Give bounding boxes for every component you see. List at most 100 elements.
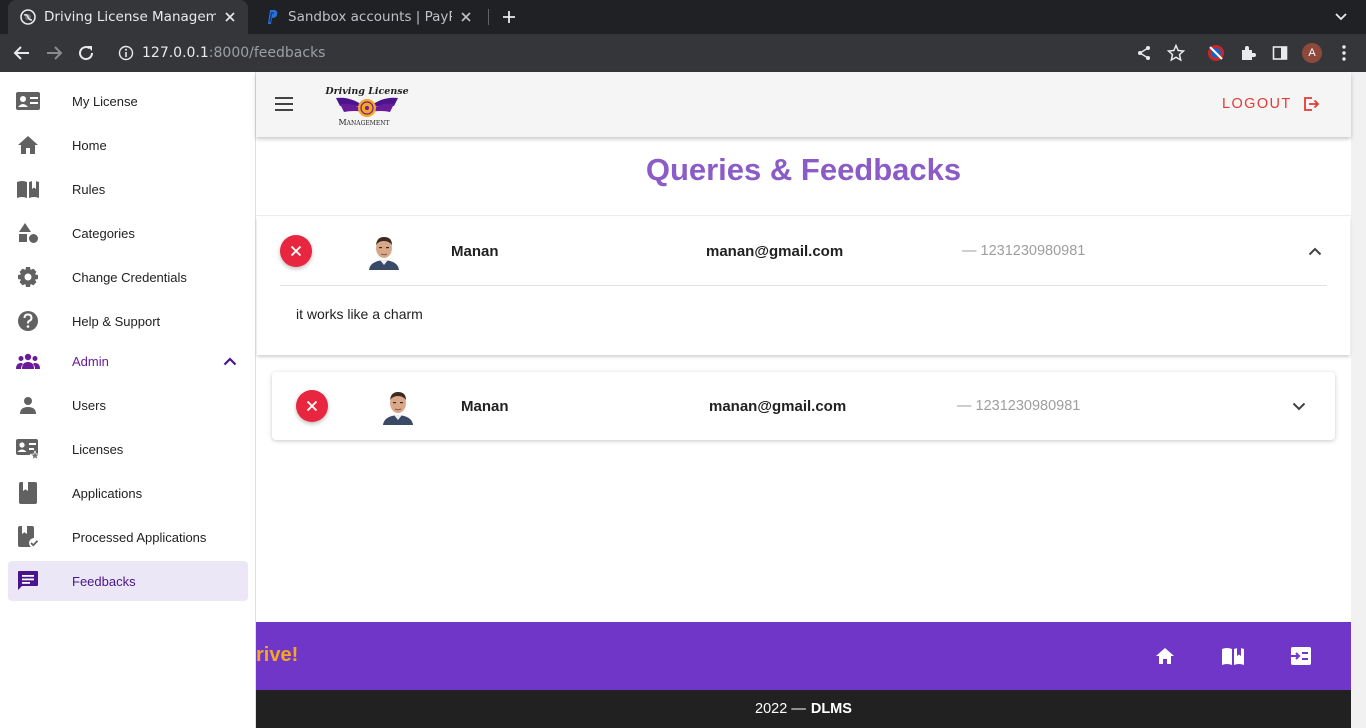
sidebar-item-label: Applications xyxy=(72,485,143,501)
url-host: 127.0.0.1 xyxy=(142,45,209,61)
footer-home-icon[interactable] xyxy=(1153,644,1177,668)
paypal-icon xyxy=(264,9,280,25)
footer-bar: rive! xyxy=(256,622,1351,690)
browser-tab-paypal[interactable]: Sandbox accounts | PayPa xyxy=(252,0,484,34)
gear-icon xyxy=(16,265,40,289)
sidebar-item-label: Processed Applications xyxy=(72,529,207,545)
forward-arrow-icon[interactable] xyxy=(42,41,66,65)
feedback-message: it works like a charm xyxy=(296,306,423,322)
url-path: :8000/feedbacks xyxy=(208,45,326,61)
feedback-email: manan@gmail.com xyxy=(709,398,847,415)
feedback-phone: — 1231230980981 xyxy=(957,398,1081,414)
chevron-up-icon[interactable] xyxy=(1303,239,1327,263)
logout-button[interactable]: LOGOUT xyxy=(1222,92,1320,116)
copyright-text: 2022 — xyxy=(755,701,806,717)
logout-icon xyxy=(1302,95,1320,113)
sidebar: My License Home Rules Categories Change … xyxy=(0,72,256,728)
person-icon xyxy=(16,393,40,417)
footer-copyright: 2022 — DLMS xyxy=(256,690,1351,728)
processed-icon xyxy=(16,525,40,549)
app-bar: Driving License Management LOGOUT xyxy=(256,72,1351,137)
feedback-panel[interactable]: Manan manan@gmail.com — 1231230980981 it… xyxy=(257,217,1350,355)
footer-brand: DLMS xyxy=(810,701,852,717)
delete-feedback-button[interactable] xyxy=(296,390,328,422)
sidebar-item-label: Admin xyxy=(72,353,109,369)
sidebar-item-processed-applications[interactable]: Processed Applications xyxy=(8,517,248,557)
footer-book-icon[interactable] xyxy=(1221,644,1245,668)
browser-tabstrip: Driving License Managem Sandbox accounts… xyxy=(0,0,1366,34)
delete-feedback-button[interactable] xyxy=(280,235,312,267)
sidebar-item-home[interactable]: Home xyxy=(8,125,248,165)
feedback-panel[interactable]: Manan manan@gmail.com — 1231230980981 xyxy=(272,372,1335,440)
reload-icon[interactable] xyxy=(74,41,98,65)
help-icon xyxy=(16,309,40,333)
title-divider xyxy=(256,215,1351,216)
sidebar-item-my-license[interactable]: My License xyxy=(8,81,248,121)
browser-tab-active[interactable]: Driving License Managem xyxy=(8,0,248,34)
sidebar-item-feedbacks[interactable]: Feedbacks xyxy=(8,561,248,601)
sidebar-item-label: My License xyxy=(72,93,138,109)
feedback-phone: — 1231230980981 xyxy=(962,243,1086,259)
user-avatar xyxy=(381,387,415,425)
extension-blocker-icon[interactable] xyxy=(1204,41,1228,65)
back-arrow-icon[interactable] xyxy=(10,41,34,65)
sidebar-item-categories[interactable]: Categories xyxy=(8,213,248,253)
globe-icon xyxy=(20,9,36,25)
close-icon xyxy=(290,245,302,257)
license-icon xyxy=(16,437,40,461)
browser-toolbar: 127.0.0.1:8000/feedbacks A xyxy=(0,34,1366,72)
tab-close-icon[interactable] xyxy=(458,9,474,25)
user-avatar xyxy=(367,232,401,270)
sidebar-item-rules[interactable]: Rules xyxy=(8,169,248,209)
bookmark-book-icon xyxy=(16,481,40,505)
id-card-icon xyxy=(16,89,40,113)
sidebar-item-admin[interactable]: Admin xyxy=(8,341,248,381)
sidebar-item-change-credentials[interactable]: Change Credentials xyxy=(8,257,248,297)
share-icon[interactable] xyxy=(1132,41,1156,65)
feedback-name: Manan xyxy=(461,398,509,415)
logout-label: LOGOUT xyxy=(1222,96,1292,112)
tab-search-chevron-icon[interactable] xyxy=(1330,6,1352,28)
tab-title: Sandbox accounts | PayPa xyxy=(288,9,452,25)
app-logo[interactable]: Driving License Management xyxy=(322,86,412,130)
sidebar-item-label: Home xyxy=(72,137,107,153)
page-title: Queries & Feedbacks xyxy=(645,152,962,187)
site-info-icon[interactable] xyxy=(118,45,134,61)
sidebar-item-label: Help & Support xyxy=(72,313,161,329)
logo-subtitle: Management xyxy=(338,118,390,127)
feedback-icon xyxy=(16,569,40,593)
tab-title: Driving License Managem xyxy=(44,9,216,25)
profile-avatar[interactable]: A xyxy=(1300,41,1324,65)
footer-slogan: rive! xyxy=(256,644,299,666)
browser-menu-icon[interactable] xyxy=(1332,41,1356,65)
hamburger-menu-icon[interactable] xyxy=(272,92,296,116)
tab-separator xyxy=(488,9,489,25)
home-icon xyxy=(16,133,40,157)
chevron-up-icon[interactable] xyxy=(218,349,242,373)
footer-login-card-icon[interactable] xyxy=(1289,644,1313,668)
sidebar-item-label: Licenses xyxy=(72,441,124,457)
sidebar-item-users[interactable]: Users xyxy=(8,385,248,425)
page-scrollbar[interactable] xyxy=(1351,72,1366,728)
sidebar-item-label: Categories xyxy=(72,225,135,241)
profile-initial: A xyxy=(1302,43,1322,63)
feedback-email: manan@gmail.com xyxy=(706,243,844,260)
bookmark-star-icon[interactable] xyxy=(1164,41,1188,65)
sidebar-item-applications[interactable]: Applications xyxy=(8,473,248,513)
group-icon xyxy=(16,349,40,373)
new-tab-icon[interactable] xyxy=(498,6,520,28)
sidebar-item-help-support[interactable]: Help & Support xyxy=(8,301,248,341)
close-icon xyxy=(306,400,318,412)
panel-divider xyxy=(280,285,1327,286)
sidebar-item-label: Feedbacks xyxy=(72,573,136,589)
side-panel-icon[interactable] xyxy=(1268,41,1292,65)
tab-close-icon[interactable] xyxy=(222,9,238,25)
chevron-down-icon[interactable] xyxy=(1287,394,1311,418)
feedback-name: Manan xyxy=(451,243,499,260)
sidebar-item-label: Rules xyxy=(72,181,106,197)
extensions-puzzle-icon[interactable] xyxy=(1236,41,1260,65)
address-bar[interactable]: 127.0.0.1:8000/feedbacks xyxy=(110,38,1200,68)
sidebar-item-licenses[interactable]: Licenses xyxy=(8,429,248,469)
book-icon xyxy=(16,177,40,201)
sidebar-item-label: Users xyxy=(72,397,106,413)
